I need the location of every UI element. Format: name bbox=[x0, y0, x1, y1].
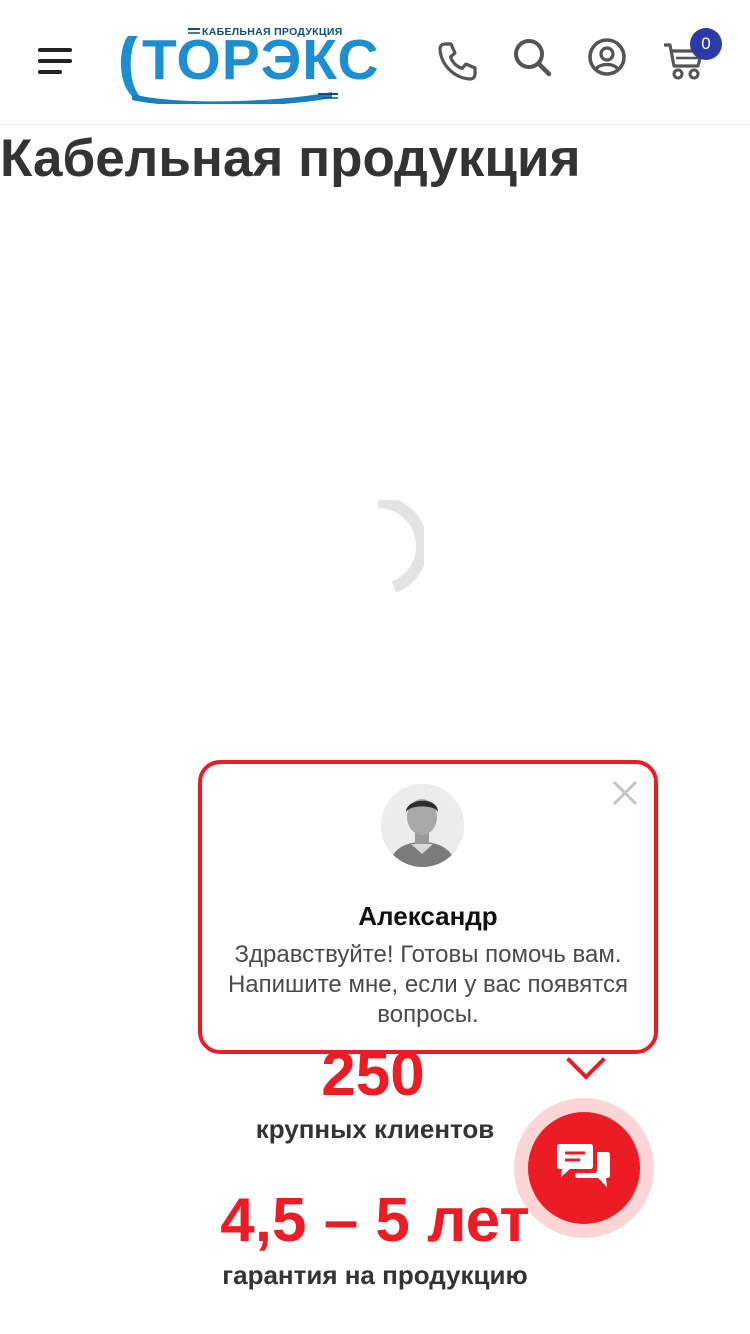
menu-icon[interactable] bbox=[38, 48, 74, 78]
search-icon[interactable] bbox=[511, 36, 553, 78]
logo-wordmark: ТОРЭКС bbox=[142, 28, 380, 92]
site-logo[interactable]: КАБЕЛЬНАЯ ПРОДУКЦИЯ ТОРЭКС bbox=[118, 22, 379, 104]
close-icon[interactable] bbox=[608, 776, 642, 810]
chat-open-button[interactable] bbox=[528, 1112, 640, 1224]
page-title: Кабельная продукция bbox=[0, 129, 581, 188]
user-icon[interactable] bbox=[586, 36, 628, 78]
agent-name: Александр bbox=[358, 901, 498, 931]
loading-spinner-icon bbox=[332, 496, 429, 593]
chat-bubbles-icon bbox=[557, 1144, 610, 1187]
cart-count-badge: 0 bbox=[690, 28, 722, 60]
agent-avatar bbox=[381, 784, 464, 867]
phone-icon[interactable] bbox=[436, 40, 478, 82]
agent-message: Здравствуйте! Готовы помочь вам. Напишит… bbox=[227, 941, 629, 1028]
stat-warranty-label: гарантия на продукцию bbox=[222, 1260, 528, 1290]
site-header: КАБЕЛЬНАЯ ПРОДУКЦИЯ ТОРЭКС 0 bbox=[0, 0, 750, 125]
